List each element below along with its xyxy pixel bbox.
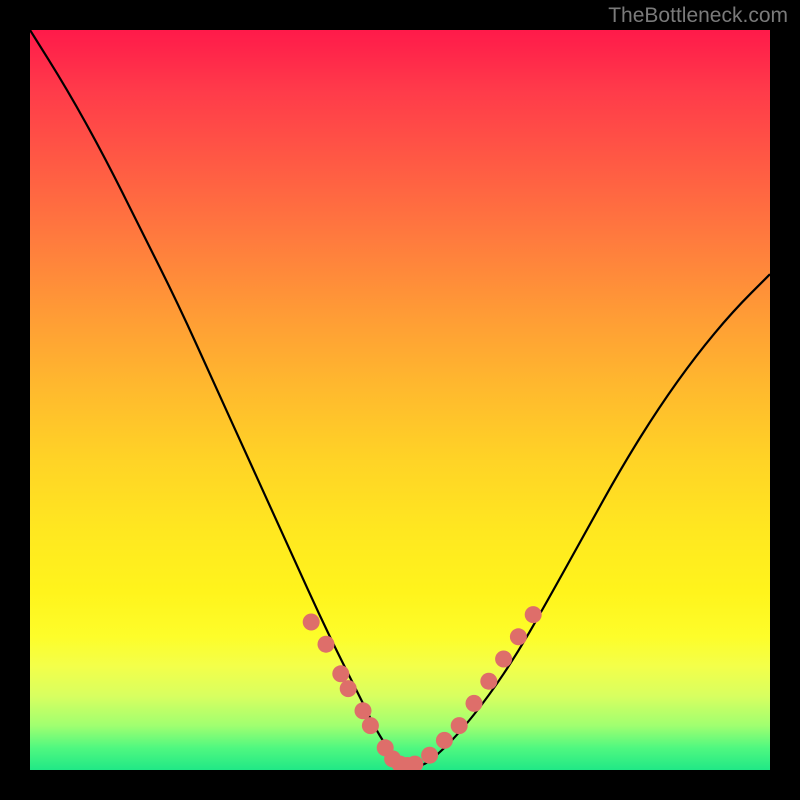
data-marker: [340, 680, 357, 697]
data-marker: [466, 695, 483, 712]
bottleneck-curve: [30, 30, 770, 766]
data-marker: [303, 614, 320, 631]
data-markers: [303, 606, 542, 770]
data-marker: [510, 628, 527, 645]
data-marker: [421, 747, 438, 764]
data-marker: [451, 717, 468, 734]
data-marker: [436, 732, 453, 749]
data-marker: [355, 702, 372, 719]
data-marker: [495, 651, 512, 668]
data-marker: [362, 717, 379, 734]
data-marker: [332, 665, 349, 682]
data-marker: [480, 673, 497, 690]
chart-plot-area: [30, 30, 770, 770]
data-marker: [525, 606, 542, 623]
data-marker: [318, 636, 335, 653]
chart-svg: [30, 30, 770, 770]
attribution-text: TheBottleneck.com: [608, 4, 788, 28]
